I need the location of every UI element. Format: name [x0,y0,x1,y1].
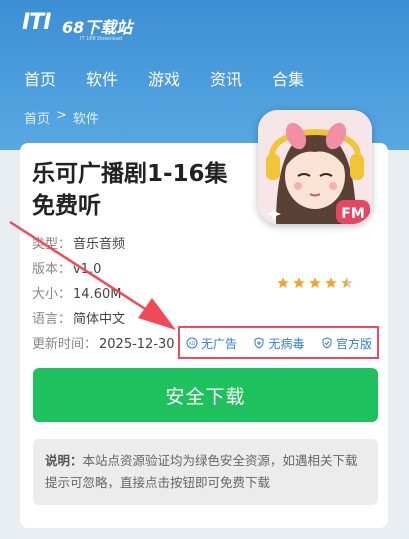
info-key: 版本： [32,262,72,277]
app-icon-label: FM [341,206,365,222]
info-row-size: 大小： 14.60M [32,282,175,307]
app-info-list: 类型： 音乐音频 版本： v1.0 大小： 14.60M 语言： 简体中文 更新… [32,232,175,357]
info-value: 14.60M [73,287,122,302]
breadcrumb-separator: > [56,108,67,123]
highlight-box [178,326,379,359]
main-nav: 首页 软件 游戏 资讯 合集 [24,66,334,90]
app-title-line2: 免费听 [32,193,101,219]
app-icon: FM [258,110,372,224]
download-button[interactable]: 安全下载 [33,368,378,422]
half-star-icon [341,277,353,289]
app-title: 乐可广播剧1-16集 免费听 [32,158,254,222]
app-title-line1: 乐可广播剧1-16集 [32,161,228,187]
logo-subtitle: IT 168 Download [80,36,123,42]
info-key: 语言： [32,312,72,327]
breadcrumb: 首页 > 软件 [24,108,99,127]
download-note: 说明：本站点资源验证均为绿色安全资源，如遇相关下载提示可忽略，直接点击按钮即可免… [33,439,378,505]
info-value: v1.0 [73,262,102,277]
info-value: 2025-12-30 [99,337,175,352]
note-prefix: 说明： [45,453,83,468]
info-row-language: 语言： 简体中文 [32,307,175,332]
note-text: 本站点资源验证均为绿色安全资源，如遇相关下载提示可忽略，直接点击按钮即可免费下载 [45,453,358,490]
info-key: 类型： [32,237,72,252]
info-row-type: 类型： 音乐音频 [32,232,175,257]
site-logo[interactable]: ITI 68下载站 IT 168 Download [22,8,134,42]
nav-item-software[interactable]: 软件 [86,66,118,90]
info-value: 简体中文 [73,312,126,327]
star-icon [293,277,305,289]
star-icon [309,277,321,289]
nav-item-collections[interactable]: 合集 [272,66,304,90]
nav-item-games[interactable]: 游戏 [148,66,180,90]
nav-item-home[interactable]: 首页 [24,66,56,90]
logo-mark: ITI [22,10,51,35]
info-row-version: 版本： v1.0 [32,257,175,282]
info-row-updated: 更新时间： 2025-12-30 [32,332,175,357]
star-icon [325,277,337,289]
rating-stars [276,276,354,290]
nav-item-news[interactable]: 资讯 [210,66,242,90]
logo-name: 68下载站 [62,18,133,37]
info-key: 更新时间： [32,337,98,352]
info-key: 大小： [32,287,72,302]
star-icon [277,277,289,289]
breadcrumb-current[interactable]: 软件 [73,108,99,127]
breadcrumb-home[interactable]: 首页 [24,108,50,127]
info-value: 音乐音频 [73,237,126,252]
